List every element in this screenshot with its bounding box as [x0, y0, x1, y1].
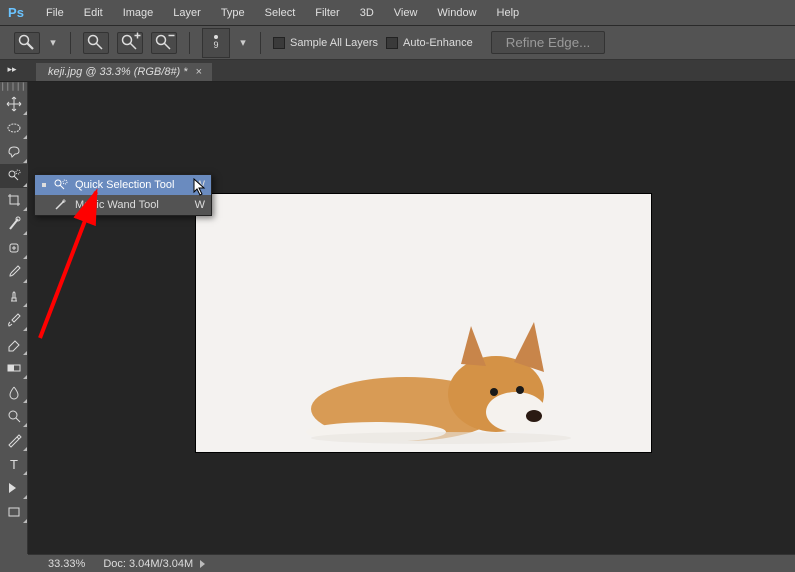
chevron-down-icon[interactable]: ▾: [48, 36, 58, 49]
zoom-value: 33.33%: [48, 558, 85, 570]
menu-file[interactable]: File: [36, 3, 74, 23]
flyout-quick-selection[interactable]: Quick Selection Tool W: [35, 175, 211, 195]
menu-bar: Ps File Edit Image Layer Type Select Fil…: [0, 0, 795, 26]
separator: [189, 32, 190, 54]
menu-view[interactable]: View: [384, 3, 428, 23]
eyedropper-tool[interactable]: [0, 212, 28, 236]
flyout-item-label: Magic Wand Tool: [75, 199, 189, 211]
checkbox-icon: [273, 37, 285, 49]
panel-collapse-icon[interactable]: ▸▸: [2, 60, 22, 78]
gradient-tool[interactable]: [0, 356, 28, 380]
tool-preset-icon[interactable]: [14, 32, 40, 54]
flyout-magic-wand[interactable]: Magic Wand Tool W: [35, 195, 211, 215]
brush-tool[interactable]: [0, 260, 28, 284]
document-tab[interactable]: keji.jpg @ 33.3% (RGB/8#) * ×: [36, 63, 212, 81]
menu-window[interactable]: Window: [427, 3, 486, 23]
menu-layer[interactable]: Layer: [163, 3, 211, 23]
doc-info-value: Doc: 3.04M/3.04M: [103, 558, 193, 570]
menu-image[interactable]: Image: [113, 3, 164, 23]
history-brush-tool[interactable]: [0, 308, 28, 332]
document-tab-strip: keji.jpg @ 33.3% (RGB/8#) * ×: [0, 60, 795, 82]
pen-tool[interactable]: [0, 428, 28, 452]
mouse-cursor-icon: [193, 178, 209, 198]
document-canvas[interactable]: [196, 194, 651, 452]
app-logo: Ps: [6, 4, 26, 22]
checkbox-icon: [386, 37, 398, 49]
clone-stamp-tool[interactable]: [0, 284, 28, 308]
separator: [260, 32, 261, 54]
status-bar: 33.33% Doc: 3.04M/3.04M: [28, 554, 795, 572]
menu-select[interactable]: Select: [255, 3, 306, 23]
options-bar: ▾ 9 ▾ Sample All Layers Auto-Enhance Ref…: [0, 26, 795, 60]
zoom-level[interactable]: 33.33%: [48, 558, 85, 570]
refine-edge-button[interactable]: Refine Edge...: [491, 31, 605, 54]
auto-enhance-label: Auto-Enhance: [403, 37, 473, 49]
chevron-down-icon[interactable]: ▾: [238, 36, 248, 49]
quick-selection-icon: [53, 178, 69, 192]
canvas-area: [28, 82, 795, 554]
chevron-right-icon: [200, 560, 205, 568]
canvas-image: [296, 314, 586, 444]
dodge-tool[interactable]: [0, 404, 28, 428]
menu-filter[interactable]: Filter: [305, 3, 349, 23]
menu-edit[interactable]: Edit: [74, 3, 113, 23]
eraser-tool[interactable]: [0, 332, 28, 356]
blur-tool[interactable]: [0, 380, 28, 404]
auto-enhance-checkbox[interactable]: Auto-Enhance: [386, 37, 473, 49]
tool-flyout-menu: Quick Selection Tool W Magic Wand Tool W: [34, 174, 212, 216]
quick-selection-tool[interactable]: [0, 164, 28, 188]
menu-help[interactable]: Help: [487, 3, 530, 23]
type-tool[interactable]: T: [0, 452, 28, 476]
crop-tool[interactable]: [0, 188, 28, 212]
marquee-tool[interactable]: [0, 116, 28, 140]
menu-3d[interactable]: 3D: [350, 3, 384, 23]
toolbox-grip-icon[interactable]: ┃┃┃┃┃: [0, 82, 27, 92]
brush-size-value: 9: [213, 41, 218, 50]
rectangle-tool[interactable]: [0, 500, 28, 524]
new-selection-icon[interactable]: [83, 32, 109, 54]
move-tool[interactable]: [0, 92, 28, 116]
svg-text:T: T: [10, 457, 18, 472]
close-tab-icon[interactable]: ×: [196, 66, 202, 78]
healing-brush-tool[interactable]: [0, 236, 28, 260]
lasso-tool[interactable]: [0, 140, 28, 164]
subtract-selection-icon[interactable]: [151, 32, 177, 54]
selected-indicator-icon: [41, 202, 47, 208]
selected-indicator-icon: [41, 182, 47, 188]
sample-all-layers-checkbox[interactable]: Sample All Layers: [273, 37, 378, 49]
brush-size-picker[interactable]: 9: [202, 28, 230, 58]
toolbox: ┃┃┃┃┃ T: [0, 82, 28, 554]
separator: [70, 32, 71, 54]
magic-wand-icon: [53, 198, 69, 212]
add-selection-icon[interactable]: [117, 32, 143, 54]
menu-type[interactable]: Type: [211, 3, 255, 23]
flyout-item-shortcut: W: [195, 199, 205, 211]
sample-all-layers-label: Sample All Layers: [290, 37, 378, 49]
flyout-item-label: Quick Selection Tool: [75, 179, 189, 191]
document-info[interactable]: Doc: 3.04M/3.04M: [103, 558, 205, 570]
path-selection-tool[interactable]: [0, 476, 28, 500]
document-tab-title: keji.jpg @ 33.3% (RGB/8#) *: [48, 66, 188, 78]
brush-preview-dot: [214, 35, 218, 39]
